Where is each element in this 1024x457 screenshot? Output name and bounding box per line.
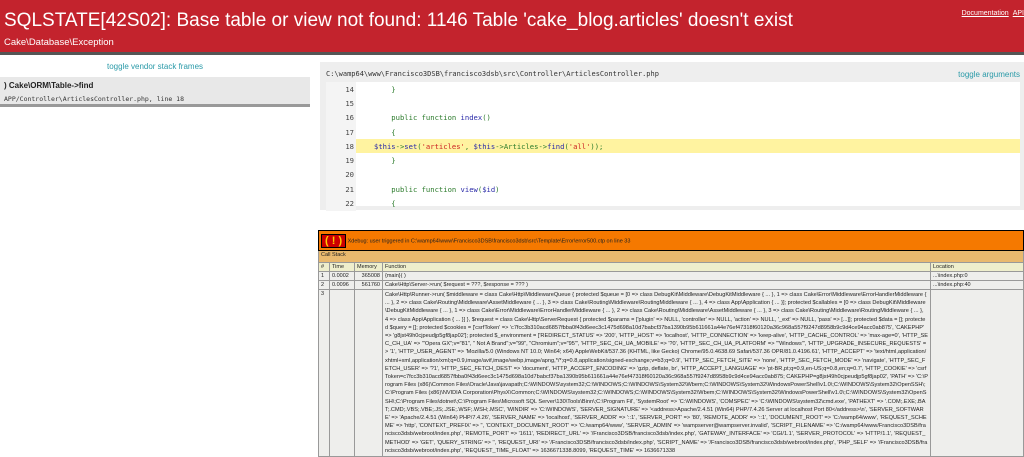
call-stack-label: Call Stack: [318, 250, 1024, 263]
stack-frame[interactable]: ) Cake\ORM\Table->find APP/Controller\Ar…: [0, 77, 310, 107]
row-time: [329, 288, 355, 457]
col-function: Function: [382, 262, 931, 272]
code-line: 14 }: [326, 82, 1020, 97]
line-source: }: [374, 156, 396, 166]
line-source: [356, 168, 1020, 182]
code-line: 20: [326, 167, 1020, 183]
row-function: Cake\Http\Runner->run( $middleware = cla…: [382, 288, 931, 457]
exception-class: Cake\Database\Exception: [4, 37, 114, 48]
line-number: 16: [326, 110, 356, 125]
error-header: SQLSTATE[42S02]: Base table or view not …: [0, 0, 1024, 55]
col-location: Location: [930, 262, 1024, 272]
code-line: 17 {: [326, 124, 1020, 140]
line-source: public function index(): [374, 113, 491, 123]
line-source: }: [374, 84, 396, 94]
col-number: #: [318, 262, 330, 272]
row-number: 1: [318, 271, 330, 281]
toggle-vendor-frames-link[interactable]: toggle vendor stack frames: [0, 62, 310, 71]
line-source: {: [374, 199, 396, 209]
line-number: 20: [326, 167, 356, 183]
toggle-arguments-link[interactable]: toggle arguments: [958, 70, 1020, 79]
row-memory: 365008: [354, 271, 383, 281]
line-number: 22: [326, 196, 356, 211]
row-function: {main}( ): [382, 271, 931, 281]
warning-icon: ( ! ): [321, 233, 347, 248]
error-title: SQLSTATE[42S02]: Base table or view not …: [4, 10, 793, 31]
frame-file: APP/Controller\ArticlesController.php, l…: [4, 95, 185, 103]
line-source: [356, 96, 1020, 110]
table-row: 3 Cake\Http\Runner->run( $middleware = cl…: [318, 288, 1024, 457]
frame-function: ) Cake\ORM\Table->find: [4, 81, 94, 90]
row-location: ...\index.php:40: [930, 280, 1024, 290]
line-source: $this -> set('articles', $this ->Articles->…: [356, 139, 1020, 154]
table-row: 2 0.0096 561760 Cake\Http\Server->run( $req…: [318, 280, 1024, 290]
code-line: 22 {: [326, 196, 1020, 211]
code-line: 15: [326, 96, 1020, 111]
api-link[interactable]: API: [1013, 10, 1024, 17]
row-memory: 561760: [354, 280, 383, 290]
line-number: 15: [326, 96, 356, 111]
xdebug-message: Xdebug: user triggered in C:\wamp64\www\…: [347, 237, 631, 244]
line-source: public function view($id): [374, 184, 500, 194]
table-row: 1 0.0002 365008 {main}( ) ...\index.php:0: [318, 271, 1024, 281]
line-number: 18: [326, 139, 356, 154]
row-location: [930, 288, 1024, 457]
code-body: 14 } 15 16 public function index() 17 {18 $…: [326, 82, 1020, 211]
line-source: {: [374, 127, 396, 137]
code-line: 19 }: [326, 153, 1020, 168]
code-line: 16 public function index(): [326, 110, 1020, 125]
code-line: 18 $this -> set('articles', $this ->Article…: [326, 139, 1020, 154]
line-number: 14: [326, 82, 356, 97]
row-time: 0.0002: [329, 271, 355, 281]
row-memory: [354, 288, 383, 457]
row-function: Cake\Http\Server->run( $request = ???, $…: [382, 280, 931, 290]
col-memory: Memory: [354, 262, 383, 272]
row-time: 0.0096: [329, 280, 355, 290]
code-line: 21 public function view($id): [326, 182, 1020, 197]
line-number: 17: [326, 124, 356, 140]
line-number: 21: [326, 182, 356, 197]
row-number: 3: [318, 288, 330, 457]
line-number: 19: [326, 153, 356, 168]
stack-frames-panel: toggle vendor stack frames ) Cake\ORM\Ta…: [0, 58, 310, 440]
file-path: C:\wamp64\www\Francisco3DSB\francisco3ds…: [326, 70, 659, 78]
table-header: # Time Memory Function Location: [318, 262, 1024, 272]
xdebug-table: ( ! ) Xdebug: user triggered in C:\wamp6…: [318, 230, 1024, 457]
documentation-link[interactable]: Documentation: [962, 10, 1009, 17]
col-time: Time: [329, 262, 355, 272]
row-location: ...\index.php:0: [930, 271, 1024, 281]
row-number: 2: [318, 280, 330, 290]
code-excerpt-panel: C:\wamp64\www\Francisco3DSB\francisco3ds…: [320, 62, 1024, 211]
xdebug-message-row: ( ! ) Xdebug: user triggered in C:\wamp6…: [318, 230, 1024, 251]
